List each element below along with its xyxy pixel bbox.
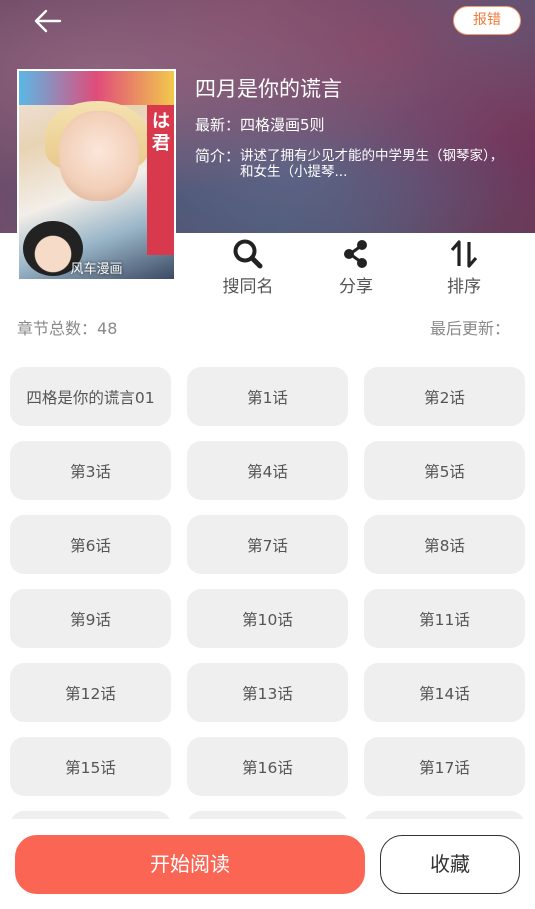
search-same-name-label: 搜同名 xyxy=(222,277,274,297)
sort-label: 排序 xyxy=(447,277,481,297)
share-icon xyxy=(344,240,367,268)
comic-info: 四月是你的谎言 最新：四格漫画5则 简介： 讲述了拥有少见才能的中学男生（钢琴家… xyxy=(195,74,515,180)
cover-logo-band xyxy=(19,71,174,105)
chapter-count-value: 48 xyxy=(97,319,118,338)
chapter-button[interactable]: 第16话 xyxy=(187,737,348,796)
chapter-button[interactable]: 四格是你的谎言01 xyxy=(10,367,171,426)
latest-value: 四格漫画5则 xyxy=(240,116,325,134)
chapter-button[interactable]: 第6话 xyxy=(10,515,171,574)
chapter-button[interactable]: 第19话 xyxy=(187,811,348,819)
chapter-button[interactable]: 第20话 xyxy=(364,811,525,819)
chapter-list[interactable]: 四格是你的谎言01 第1话 第2话第3话 第4话 第5话第6话 第7话 第8话第9话 第10话… xyxy=(10,367,526,819)
chapter-button[interactable]: 第8话 xyxy=(364,515,525,574)
chapter-button[interactable]: 第3话 xyxy=(10,441,171,500)
action-row: 搜同名 分享 排序 xyxy=(195,233,535,297)
chapter-button[interactable]: 第12话 xyxy=(10,663,171,722)
comic-intro: 简介： 讲述了拥有少见才能的中学男生（钢琴家），和女生（小提琴... xyxy=(195,145,515,180)
cover-face xyxy=(59,111,139,201)
back-button[interactable] xyxy=(30,6,66,36)
chapter-button[interactable]: 第5话 xyxy=(364,441,525,500)
report-error-button[interactable]: 报错 xyxy=(453,6,521,35)
latest-label: 最新： xyxy=(195,116,241,134)
intro-text: 讲述了拥有少见才能的中学男生（钢琴家），和女生（小提琴... xyxy=(240,148,504,180)
chapter-stats: 章节总数：48 最后更新： xyxy=(0,315,535,339)
sort-icon xyxy=(450,240,478,268)
comic-title: 四月是你的谎言 xyxy=(195,77,342,101)
search-same-name-button[interactable]: 搜同名 xyxy=(208,238,288,297)
start-reading-button[interactable]: 开始阅读 xyxy=(15,835,365,894)
chapter-button[interactable]: 第15话 xyxy=(10,737,171,796)
cover-caption: 风车漫画 xyxy=(70,262,123,277)
chapter-count-label: 章节总数： xyxy=(17,319,98,338)
chapter-button[interactable]: 第4话 xyxy=(187,441,348,500)
chapter-button[interactable]: 第2话 xyxy=(364,367,525,426)
cover-text: は君 xyxy=(152,111,170,154)
latest-chapter: 最新：四格漫画5则 xyxy=(195,114,515,136)
share-button[interactable]: 分享 xyxy=(316,238,396,297)
chapter-button[interactable]: 第17话 xyxy=(364,737,525,796)
search-icon xyxy=(233,239,263,269)
chapter-button[interactable]: 第11话 xyxy=(364,589,525,648)
chapter-button[interactable]: 第10话 xyxy=(187,589,348,648)
bottom-bar: 开始阅读 收藏 xyxy=(0,820,535,909)
share-label: 分享 xyxy=(339,277,373,297)
chapter-button[interactable]: 第9话 xyxy=(10,589,171,648)
chapter-button[interactable]: 第7话 xyxy=(187,515,348,574)
favorite-button[interactable]: 收藏 xyxy=(380,835,520,894)
chapter-grid: 四格是你的谎言01 第1话 第2话第3话 第4话 第5话第6话 第7话 第8话第9话 第10话… xyxy=(10,367,526,819)
last-update: 最后更新： xyxy=(429,319,510,338)
chapter-button[interactable]: 第14话 xyxy=(364,663,525,722)
sort-button[interactable]: 排序 xyxy=(424,238,504,297)
chapter-button[interactable]: 第1话 xyxy=(187,367,348,426)
intro-label: 简介： xyxy=(195,147,241,165)
chapter-button[interactable]: 第13话 xyxy=(187,663,348,722)
comic-cover[interactable]: は君 风车漫画 xyxy=(17,69,176,281)
chapter-count: 章节总数：48 xyxy=(17,315,117,339)
chapter-button[interactable]: 第18话 xyxy=(10,811,171,819)
arrow-left-icon xyxy=(34,9,62,33)
